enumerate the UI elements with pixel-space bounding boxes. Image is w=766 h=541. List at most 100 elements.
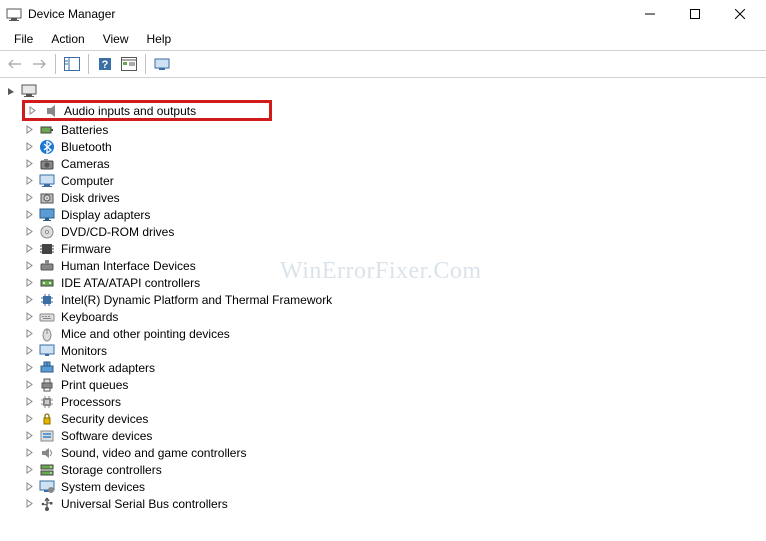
tree-category-row[interactable]: System devices bbox=[22, 478, 766, 495]
expander-closed-icon[interactable] bbox=[22, 463, 36, 477]
expander-closed-icon[interactable] bbox=[22, 174, 36, 188]
expander-closed-icon[interactable] bbox=[22, 276, 36, 290]
menu-action[interactable]: Action bbox=[43, 30, 92, 48]
window-title: Device Manager bbox=[28, 7, 115, 21]
tree-category-row[interactable]: Intel(R) Dynamic Platform and Thermal Fr… bbox=[22, 291, 766, 308]
toolbar-showhide-button[interactable] bbox=[61, 53, 83, 75]
category-label: Sound, video and game controllers bbox=[59, 445, 248, 461]
tree-category-row[interactable]: Network adapters bbox=[22, 359, 766, 376]
maximize-button[interactable] bbox=[672, 0, 717, 28]
device-tree[interactable]: Audio inputs and outputs BatteriesBluetoo… bbox=[0, 78, 766, 512]
tree-category-row[interactable]: Computer bbox=[22, 172, 766, 189]
expander-closed-icon[interactable] bbox=[22, 140, 36, 154]
category-label: Display adapters bbox=[59, 207, 152, 223]
tree-category-row[interactable]: Print queues bbox=[22, 376, 766, 393]
category-label: Processors bbox=[59, 394, 123, 410]
tree-category-row[interactable]: Disk drives bbox=[22, 189, 766, 206]
toolbar-forward-button[interactable] bbox=[28, 53, 50, 75]
tree-category-row[interactable]: Sound, video and game controllers bbox=[22, 444, 766, 461]
expander-closed-icon[interactable] bbox=[22, 429, 36, 443]
expander-closed-icon[interactable] bbox=[22, 242, 36, 256]
tree-category-row[interactable]: Software devices bbox=[22, 427, 766, 444]
expander-closed-icon[interactable] bbox=[22, 378, 36, 392]
software-icon bbox=[39, 428, 55, 444]
tree-category-row[interactable]: Storage controllers bbox=[22, 461, 766, 478]
toolbar-properties-button[interactable] bbox=[118, 53, 140, 75]
hid-icon bbox=[39, 258, 55, 274]
tree-category-row[interactable]: Batteries bbox=[22, 121, 766, 138]
category-label: System devices bbox=[59, 479, 147, 495]
expander-closed-icon[interactable] bbox=[22, 191, 36, 205]
expander-closed-icon[interactable] bbox=[22, 225, 36, 239]
tree-category-row[interactable]: Human Interface Devices bbox=[22, 257, 766, 274]
tree-category-row[interactable]: Mice and other pointing devices bbox=[22, 325, 766, 342]
tree-category-row[interactable]: Security devices bbox=[22, 410, 766, 427]
tree-category-row[interactable]: Universal Serial Bus controllers bbox=[22, 495, 766, 512]
disk-icon bbox=[39, 190, 55, 206]
bluetooth-icon bbox=[39, 139, 55, 155]
processor-icon bbox=[39, 394, 55, 410]
expander-open-icon[interactable] bbox=[4, 84, 18, 98]
menu-help[interactable]: Help bbox=[139, 30, 180, 48]
expander-closed-icon[interactable] bbox=[22, 327, 36, 341]
expander-closed-icon[interactable] bbox=[22, 123, 36, 137]
expander-closed-icon[interactable] bbox=[22, 208, 36, 222]
category-label: Security devices bbox=[59, 411, 150, 427]
category-label: Intel(R) Dynamic Platform and Thermal Fr… bbox=[59, 292, 334, 308]
tree-category-row[interactable]: IDE ATA/ATAPI controllers bbox=[22, 274, 766, 291]
svg-text:?: ? bbox=[102, 59, 109, 71]
category-label: Monitors bbox=[59, 343, 109, 359]
category-label: Print queues bbox=[59, 377, 130, 393]
tree-category-row[interactable]: Monitors bbox=[22, 342, 766, 359]
expander-closed-icon[interactable] bbox=[22, 293, 36, 307]
storage-icon bbox=[39, 462, 55, 478]
audio-icon bbox=[42, 103, 58, 119]
expander-closed-icon[interactable] bbox=[22, 310, 36, 324]
expander-closed-icon[interactable] bbox=[22, 412, 36, 426]
ide-icon bbox=[39, 275, 55, 291]
minimize-button[interactable] bbox=[627, 0, 672, 28]
tree-category-row[interactable]: DVD/CD-ROM drives bbox=[22, 223, 766, 240]
expander-closed-icon[interactable] bbox=[22, 497, 36, 511]
toolbar-devices-button[interactable] bbox=[151, 53, 173, 75]
expander-closed-icon[interactable] bbox=[25, 104, 39, 118]
category-label: Computer bbox=[59, 173, 116, 189]
category-label: Bluetooth bbox=[59, 139, 114, 155]
computer-icon bbox=[21, 83, 37, 99]
toolbar-help-button[interactable]: ? bbox=[94, 53, 116, 75]
titlebar: Device Manager bbox=[0, 0, 766, 28]
menu-view[interactable]: View bbox=[95, 30, 137, 48]
category-label: Keyboards bbox=[59, 309, 120, 325]
network-icon bbox=[39, 360, 55, 376]
tree-root-node[interactable] bbox=[4, 82, 766, 100]
dvd-icon bbox=[39, 224, 55, 240]
monitor-icon bbox=[39, 343, 55, 359]
expander-closed-icon[interactable] bbox=[22, 446, 36, 460]
tree-category-row[interactable]: Cameras bbox=[22, 155, 766, 172]
expander-closed-icon[interactable] bbox=[22, 259, 36, 273]
close-button[interactable] bbox=[717, 0, 762, 28]
tree-category-row[interactable]: Processors bbox=[22, 393, 766, 410]
expander-closed-icon[interactable] bbox=[22, 344, 36, 358]
tree-category-row[interactable]: Bluetooth bbox=[22, 138, 766, 155]
category-label: Network adapters bbox=[59, 360, 157, 376]
menu-file[interactable]: File bbox=[6, 30, 41, 48]
expander-closed-icon[interactable] bbox=[22, 395, 36, 409]
category-label: Cameras bbox=[59, 156, 112, 172]
expander-closed-icon[interactable] bbox=[22, 157, 36, 171]
toolbar-separator bbox=[88, 54, 89, 74]
expander-closed-icon[interactable] bbox=[22, 361, 36, 375]
tree-category-row[interactable]: Display adapters bbox=[22, 206, 766, 223]
firmware-icon bbox=[39, 241, 55, 257]
menubar: File Action View Help bbox=[0, 28, 766, 50]
toolbar-separator bbox=[145, 54, 146, 74]
tree-category-row[interactable]: Firmware bbox=[22, 240, 766, 257]
chip-icon bbox=[39, 292, 55, 308]
highlight-annotation: Audio inputs and outputs bbox=[22, 100, 272, 121]
tree-category-row[interactable]: Audio inputs and outputs bbox=[25, 102, 269, 119]
expander-closed-icon[interactable] bbox=[22, 480, 36, 494]
category-label: Universal Serial Bus controllers bbox=[59, 496, 230, 512]
toolbar-back-button[interactable] bbox=[4, 53, 26, 75]
category-label: Audio inputs and outputs bbox=[62, 103, 198, 119]
tree-category-row[interactable]: Keyboards bbox=[22, 308, 766, 325]
